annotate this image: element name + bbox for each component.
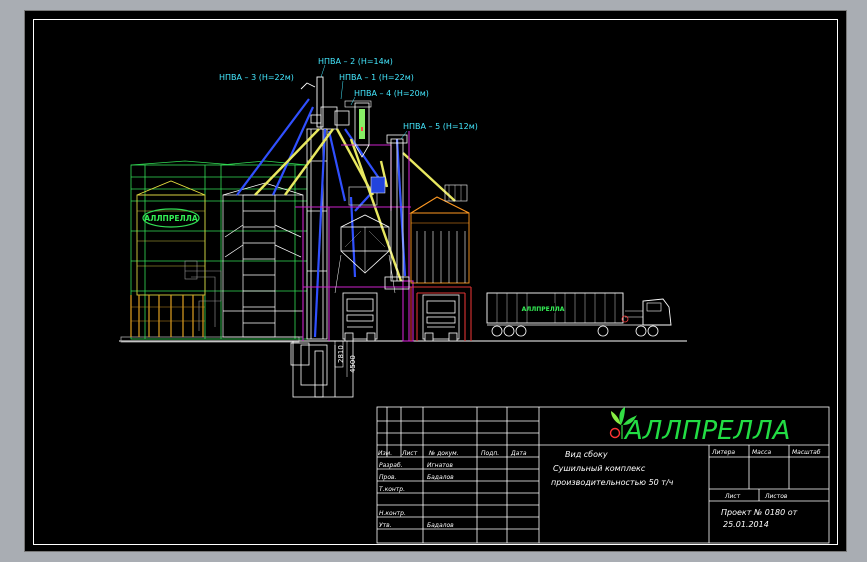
tb-role-nkontr: Н.контр.: [379, 510, 406, 517]
label-npva4: НПВА – 4 (Н=20м): [354, 89, 429, 98]
elevator-npva2: [300, 76, 324, 128]
tb-header-date: Дата: [510, 450, 527, 457]
tb-desc-view: Вид сбоку: [565, 450, 608, 459]
tb-header-sign: Подп.: [481, 450, 499, 457]
tb-header-doc: № докум.: [428, 450, 459, 457]
tb-stage-litera: Литера: [711, 449, 735, 456]
tb-role-prov: Пров.: [379, 474, 397, 481]
label-npva3: НПВА – 3 (Н=22м): [219, 73, 294, 82]
tb-sheet-list: Лист: [724, 493, 741, 500]
left-silo: АЛЛПРЕЛЛА: [130, 180, 206, 337]
tb-role-utv: Утв.: [379, 522, 392, 529]
label-npva5: НПВА – 5 (Н=12м): [403, 122, 478, 131]
tb-desc-capacity: производительностью 50 т/ч: [551, 478, 674, 487]
truck-front-2: [422, 294, 460, 342]
tb-project-number: Проект № 0180 от: [721, 508, 798, 517]
tb-name-utv: Бадалов: [427, 522, 454, 529]
tb-stage-masshtab: Масштаб: [792, 449, 821, 456]
dryer-complex-drawing: АЛЛПРЕЛЛА 2810 4500 АЛЛПРЕЛЛА НПВА – 2 (…: [119, 57, 830, 544]
truck-front-1: [342, 292, 378, 342]
label-npva1: НПВА – 1 (Н=22м): [339, 73, 414, 82]
drawing-frame: АЛЛПРЕЛЛА 2810 4500 АЛЛПРЕЛЛА НПВА – 2 (…: [24, 10, 847, 552]
dimension-4500: 4500: [349, 355, 357, 373]
tb-sheet-listov: Листов: [764, 493, 788, 500]
right-silo: [409, 184, 470, 284]
trailer-brand-text: АЛЛПРЕЛЛА: [522, 306, 565, 313]
tb-role-tkontr: Т.контр.: [379, 486, 405, 493]
tb-name-razrab: Игнатов: [427, 462, 453, 469]
truck-with-trailer: АЛЛПРЕЛЛА: [486, 292, 672, 337]
tb-stage-massa: Масса: [752, 449, 771, 456]
tb-header-izm: Изм.: [378, 450, 392, 457]
tb-project-date: 25.01.2014: [723, 520, 769, 529]
tb-header-list: Лист: [401, 450, 418, 457]
brand-name: АЛЛПРЕЛЛА: [623, 416, 790, 446]
dimension-2810: 2810: [337, 345, 345, 363]
dryer-column: [222, 182, 304, 338]
tb-name-prov: Бадалов: [427, 474, 454, 481]
tb-desc-complex: Сушильный комплекс: [553, 464, 646, 473]
tb-role-razrab: Разраб.: [379, 462, 403, 469]
label-npva2: НПВА – 2 (Н=14м): [318, 57, 393, 66]
silo-brand-text: АЛЛПРЕЛЛА: [144, 214, 198, 223]
